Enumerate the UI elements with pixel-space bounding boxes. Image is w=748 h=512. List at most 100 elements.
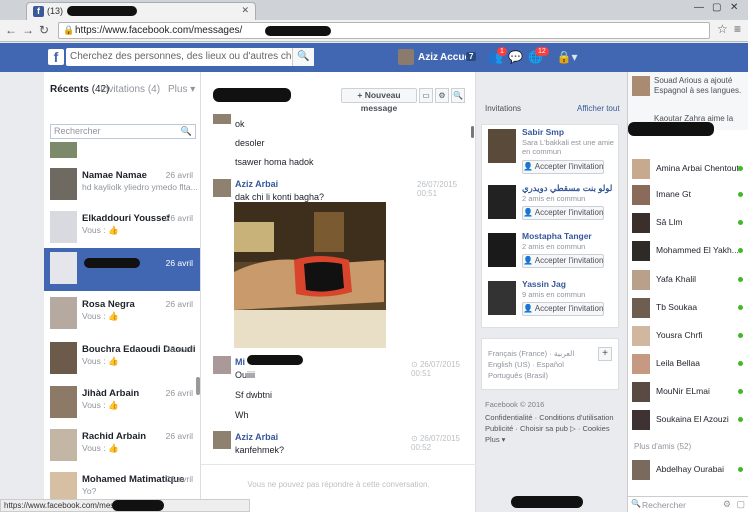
search-icon[interactable]: 🔍 bbox=[451, 88, 465, 103]
online-indicator bbox=[738, 166, 743, 171]
show-all-link[interactable]: Afficher tout bbox=[577, 104, 620, 113]
main-search-input[interactable]: Cherchez des personnes, des lieux ou d'a… bbox=[66, 48, 314, 66]
bookmark-star-icon[interactable]: ☆ bbox=[717, 22, 728, 36]
redacted-block bbox=[213, 88, 291, 102]
accept-invitation-button[interactable]: 👤 Accepter l'invitation bbox=[522, 302, 604, 316]
accept-invitation-button[interactable]: 👤 Accepter l'invitation bbox=[522, 160, 604, 174]
list-scrollbar[interactable] bbox=[196, 377, 200, 395]
facebook-logo[interactable]: f bbox=[48, 49, 64, 65]
gear-icon[interactable]: ⚙ bbox=[435, 88, 449, 103]
close-window-icon[interactable]: ✕ bbox=[730, 2, 738, 13]
chat-search-input[interactable]: 🔍 Rechercher ⚙ ▢ bbox=[628, 496, 748, 512]
reply-disabled-note: Vous ne pouvez pas répondre à cette conv… bbox=[247, 480, 430, 489]
url-input[interactable]: 🔒 https://www.facebook.com/messages/ bbox=[58, 22, 710, 39]
minimize-icon[interactable]: — bbox=[694, 2, 704, 13]
conversation-item[interactable]: Namae Namae hd kayliolk yliedro ymedo fl… bbox=[44, 164, 200, 207]
ticker-story[interactable]: Souad Arious a ajouté Espagnol à ses lan… bbox=[654, 76, 746, 96]
chat-contact[interactable]: Yousra Chrfi bbox=[628, 323, 748, 349]
message-scrollbar[interactable] bbox=[471, 126, 474, 138]
facebook-favicon-icon: f bbox=[33, 6, 44, 17]
sender-name[interactable]: Aziz Arbai bbox=[235, 432, 278, 442]
conversation-item[interactable]: Rachid Arbain Vous : 👍 26 avril bbox=[44, 425, 200, 468]
tab-close-icon[interactable]: ✕ bbox=[241, 5, 249, 16]
invitation-avatar[interactable] bbox=[488, 185, 516, 219]
invitation-name[interactable]: Yassin Jag bbox=[522, 279, 566, 289]
messages-icon[interactable]: 💬 bbox=[508, 50, 523, 64]
sender-name[interactable]: Mi bbox=[235, 357, 245, 367]
invitation-item: Sabir Smp Sara L'bakkali est une amie en… bbox=[486, 125, 620, 174]
language-line[interactable]: Français (France) · العربية bbox=[488, 349, 574, 358]
footer-links[interactable]: Publicité · Choisir sa pub ▷ · Cookies bbox=[485, 424, 610, 433]
home-count-badge: 7 bbox=[466, 52, 477, 61]
chat-contact[interactable]: Imane Gt bbox=[628, 182, 748, 208]
message-text: dak chi li konti bagha? bbox=[235, 192, 325, 202]
conversation-date: 26 avril bbox=[165, 474, 193, 484]
online-indicator bbox=[738, 192, 743, 197]
conversation-item[interactable]: Rosa Negra Vous : 👍 26 avril bbox=[44, 293, 200, 336]
conversation-item[interactable]: Jihàd Arbain Vous : 👍 26 avril bbox=[44, 382, 200, 425]
accept-invitation-button[interactable]: 👤 Accepter l'invitation bbox=[522, 206, 604, 220]
footer-more-link[interactable]: Plus ▾ bbox=[485, 435, 505, 444]
new-message-button[interactable]: + Nouveau message bbox=[341, 88, 417, 113]
redacted-block bbox=[247, 355, 303, 365]
user-name-link[interactable]: Aziz bbox=[418, 52, 438, 63]
invitation-avatar[interactable] bbox=[488, 233, 516, 267]
invitation-mutual: Sara L'bakkali est une amie en commun bbox=[522, 138, 614, 156]
chat-contact[interactable]: Yafa Khalil bbox=[628, 267, 748, 293]
conversation-item-selected[interactable]: 26 avril bbox=[44, 248, 200, 291]
conversation-item[interactable] bbox=[44, 142, 200, 162]
video-call-icon[interactable]: ▭ bbox=[419, 88, 433, 103]
expand-icon[interactable]: ▢ bbox=[736, 499, 745, 510]
conversation-item[interactable]: Elkaddouri Youssef Vous : 👍 26 avril bbox=[44, 207, 200, 250]
invitation-name[interactable]: Mostapha Tanger bbox=[522, 231, 592, 241]
menu-icon[interactable]: ≡ bbox=[734, 22, 741, 36]
browser-tab[interactable]: f (13) ✕ bbox=[26, 2, 256, 20]
conversation-list-panel: Récents (42) Invitations (4) Plus ▾ Rech… bbox=[44, 72, 201, 512]
invitation-name[interactable]: لولو بنت مسقطي دويدري bbox=[522, 183, 612, 194]
conversation-avatar bbox=[50, 297, 77, 329]
add-language-button[interactable]: + bbox=[598, 347, 612, 361]
reload-icon[interactable]: ↻ bbox=[39, 23, 49, 37]
chat-contact[interactable]: Sâ Llm bbox=[628, 210, 748, 236]
invitation-avatar[interactable] bbox=[488, 129, 516, 163]
shared-photo[interactable] bbox=[234, 202, 386, 348]
footer-links[interactable]: Confidentialité · Conditions d'utilisati… bbox=[485, 413, 614, 422]
message-text: Wh bbox=[235, 410, 249, 420]
sender-name[interactable]: Aziz Arbai bbox=[235, 179, 278, 189]
online-indicator bbox=[738, 333, 743, 338]
chat-contact[interactable]: Amina Arbai Chentout bbox=[628, 156, 748, 182]
chat-contact[interactable]: MouNir ELmai bbox=[628, 379, 748, 405]
redacted-block bbox=[628, 122, 714, 136]
invitations-tab[interactable]: Invitations (4) bbox=[100, 84, 160, 95]
search-icon[interactable]: 🔍 bbox=[292, 48, 314, 66]
account-menu-icon[interactable]: 🔒▾ bbox=[556, 50, 578, 64]
accept-invitation-button[interactable]: 👤 Accepter l'invitation bbox=[522, 254, 604, 268]
conversation-avatar bbox=[50, 168, 77, 200]
chat-contact[interactable]: Tb Soukaa bbox=[628, 295, 748, 321]
back-icon[interactable]: ← bbox=[5, 23, 17, 37]
language-line[interactable]: Português (Brasil) bbox=[488, 371, 548, 380]
gear-icon[interactable]: ⚙ bbox=[723, 499, 731, 510]
contact-name: Yafa Khalil bbox=[656, 274, 697, 284]
invitation-item: لولو بنت مسقطي دويدري 2 amis en commun 👤… bbox=[486, 181, 620, 229]
chat-contact[interactable]: Mohammed El Yakh... bbox=[628, 238, 748, 264]
user-avatar[interactable] bbox=[398, 49, 414, 65]
conversation-item[interactable]: Bouchra Edaoudi Daoudi Vous : 👍 26 avril bbox=[44, 338, 200, 381]
chat-sidebar: Souad Arious a ajouté Espagnol à ses lan… bbox=[627, 72, 748, 512]
contact-name: Sâ Llm bbox=[656, 217, 683, 227]
maximize-icon[interactable]: ▢ bbox=[712, 2, 721, 13]
conversation-search-placeholder: Rechercher bbox=[54, 126, 101, 136]
invitation-mutual: 2 amis en commun bbox=[522, 242, 586, 251]
chat-contact[interactable]: Abdelhay Ourabai bbox=[628, 457, 748, 483]
message-timestamp: ⊙ 26/07/2015 00:52 bbox=[411, 434, 460, 452]
conversation-search-input[interactable]: Rechercher 🔍 bbox=[50, 124, 196, 139]
redacted-block bbox=[84, 258, 140, 268]
language-line[interactable]: English (US) · Español bbox=[488, 360, 564, 369]
more-dropdown[interactable]: Plus ▾ bbox=[168, 84, 195, 95]
invitation-avatar[interactable] bbox=[488, 281, 516, 315]
forward-icon[interactable]: → bbox=[22, 23, 34, 37]
invitation-name[interactable]: Sabir Smp bbox=[522, 127, 564, 137]
chat-contact[interactable]: Soukaina El Azouzi bbox=[628, 407, 748, 433]
chat-contact[interactable]: Leila Bellaa bbox=[628, 351, 748, 377]
conversation-snippet: Vous : 👍 bbox=[82, 225, 119, 235]
